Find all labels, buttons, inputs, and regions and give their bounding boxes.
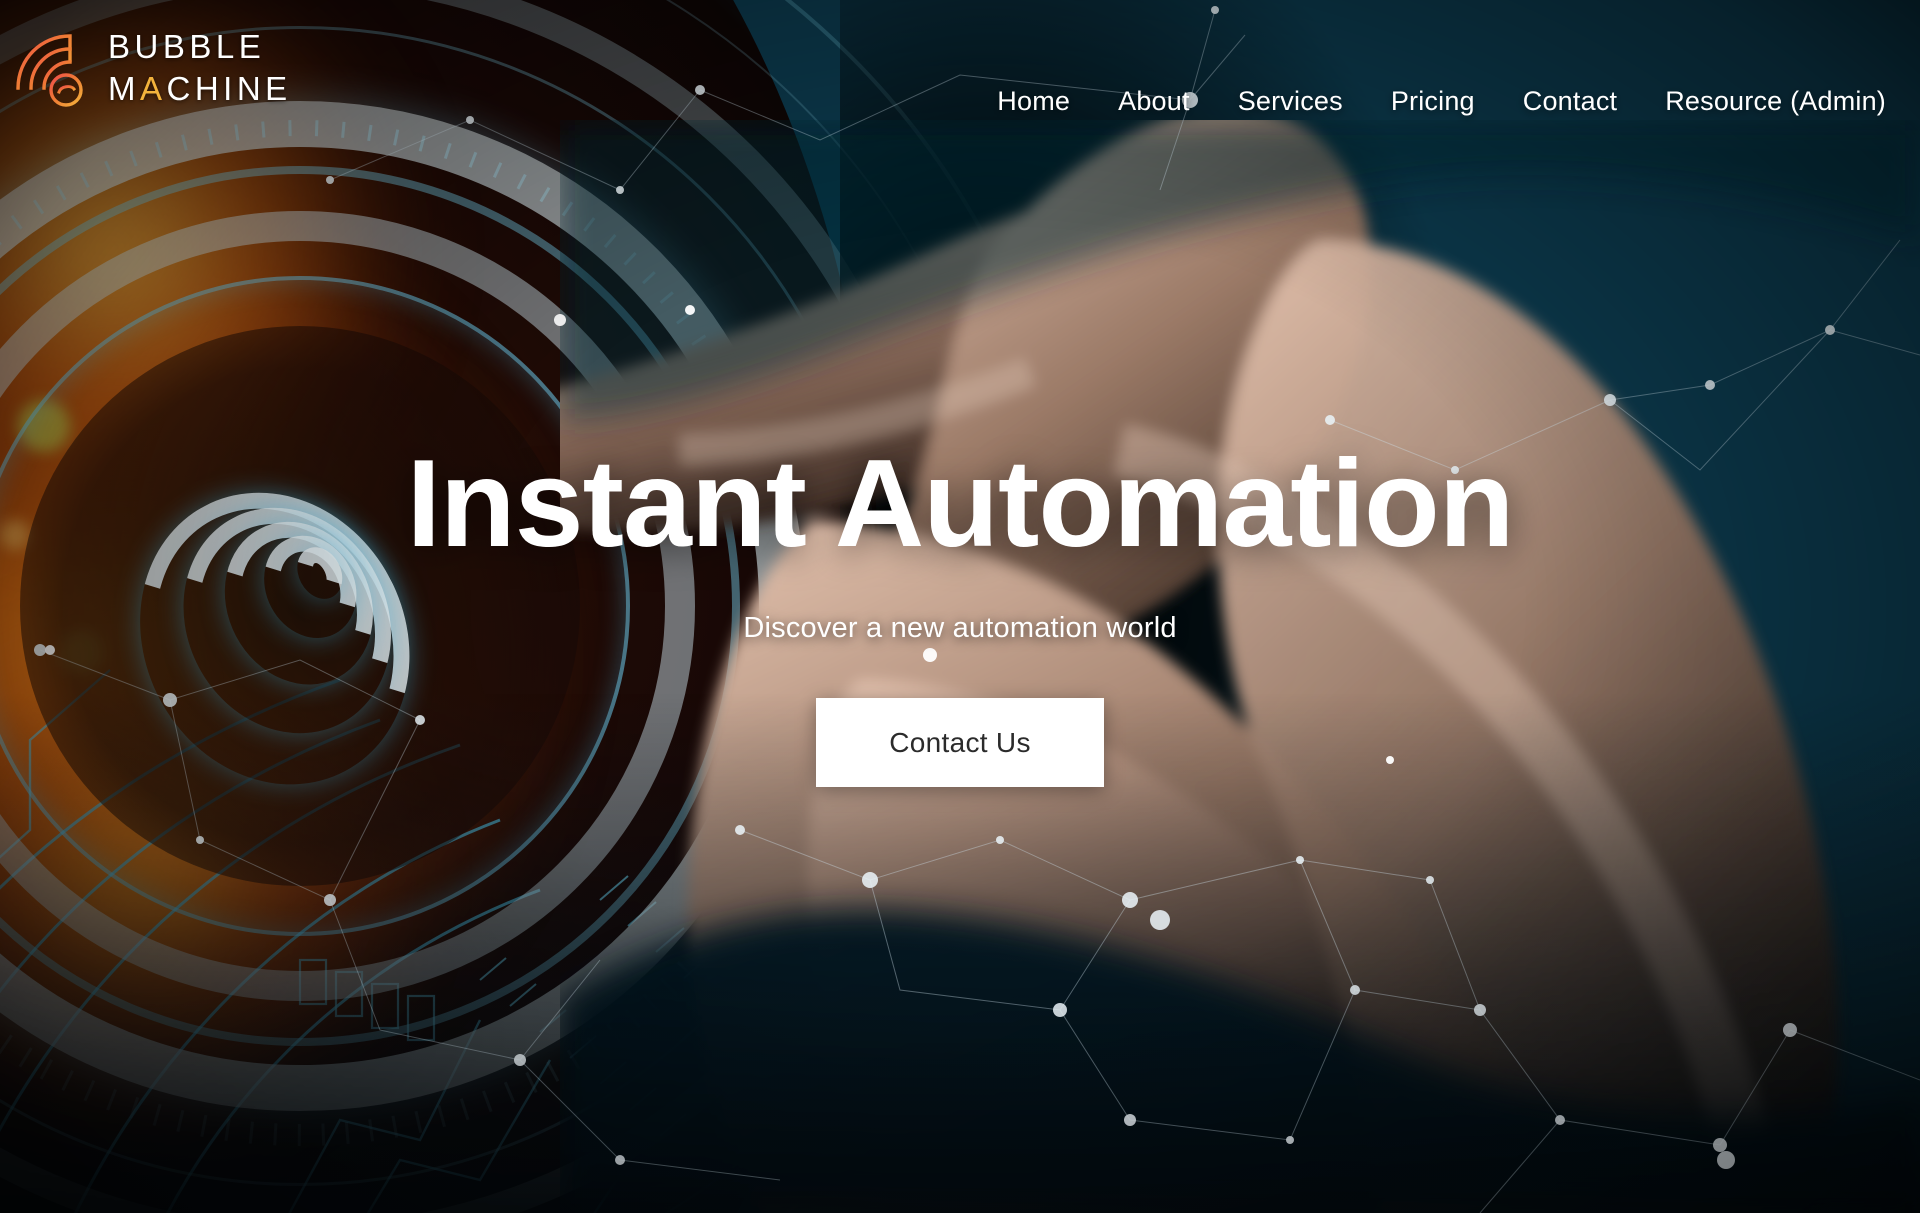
network-mesh-overlay xyxy=(0,0,1920,1213)
contact-us-button[interactable]: Contact Us xyxy=(816,698,1104,787)
brand-wordmark: BUBBLE MACHINE xyxy=(108,30,292,105)
site-header: BUBBLE MACHINE Home About Services Prici… xyxy=(0,0,1920,168)
page-title: Instant Automation xyxy=(406,435,1514,573)
nav-item-pricing[interactable]: Pricing xyxy=(1391,86,1475,117)
nav-item-about[interactable]: About xyxy=(1118,86,1190,117)
bubble-machine-logo-icon xyxy=(14,26,92,108)
brand-chine: CHINE xyxy=(166,69,292,107)
nav-item-home[interactable]: Home xyxy=(997,86,1070,117)
main-navigation: Home About Services Pricing Contact Reso… xyxy=(997,26,1896,117)
brand-logo[interactable]: BUBBLE MACHINE xyxy=(14,26,292,108)
brand-a-accent: A xyxy=(140,69,167,107)
hero-section: BUBBLE MACHINE Home About Services Prici… xyxy=(0,0,1920,1213)
nav-item-services[interactable]: Services xyxy=(1238,86,1343,117)
brand-m: M xyxy=(108,69,140,107)
hero-background-image xyxy=(0,0,1920,1213)
nav-item-contact[interactable]: Contact xyxy=(1523,86,1617,117)
brand-line-one: BUBBLE xyxy=(108,27,266,65)
nav-item-resource-admin[interactable]: Resource (Admin) xyxy=(1665,86,1886,117)
brand-line-two: MACHINE xyxy=(108,72,292,105)
hero-subtitle: Discover a new automation world xyxy=(743,612,1177,644)
